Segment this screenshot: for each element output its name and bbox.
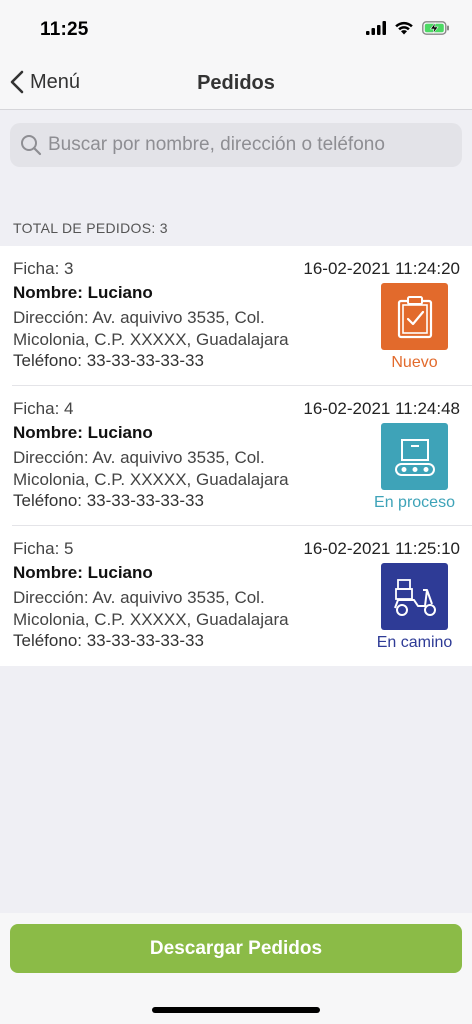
order-customer-name: Nombre: Luciano xyxy=(13,563,153,582)
clipboard-check-icon[interactable] xyxy=(381,283,448,350)
battery-charging-icon xyxy=(422,20,449,35)
order-datetime: 16-02-2021 11:24:20 xyxy=(303,259,460,278)
order-address: Dirección: Av. aquivivo 3535, Col. Micol… xyxy=(13,308,289,349)
status-icons xyxy=(366,20,450,35)
orders-list: Ficha: 3 16-02-2021 11:24:20 Nombre: Luc… xyxy=(0,246,472,666)
search-area xyxy=(0,111,472,211)
search-icon xyxy=(21,135,42,156)
order-ficha: Ficha: 3 xyxy=(13,259,74,278)
order-phone: Teléfono: 33-33-33-33-33 xyxy=(13,631,204,650)
order-datetime: 16-02-2021 11:25:10 xyxy=(303,539,460,558)
search-bar[interactable] xyxy=(10,123,462,167)
orders-total-header: TOTAL DE PEDIDOS: 3 xyxy=(13,220,168,236)
download-orders-button[interactable]: Descargar Pedidos xyxy=(10,924,462,973)
navigation-bar: Menú Pedidos xyxy=(0,56,472,110)
order-address: Dirección: Av. aquivivo 3535, Col. Micol… xyxy=(13,448,289,489)
footer: Descargar Pedidos xyxy=(0,913,472,1024)
status-bar: 11:25 xyxy=(0,0,472,56)
delivery-scooter-icon[interactable] xyxy=(381,563,448,630)
signal-icon xyxy=(366,20,386,35)
page-title: Pedidos xyxy=(197,72,275,94)
search-input[interactable] xyxy=(48,134,448,156)
order-status-label: Nuevo xyxy=(391,354,438,371)
order-status-label: En proceso xyxy=(374,494,455,511)
order-row[interactable]: Ficha: 4 16-02-2021 11:24:48 Nombre: Luc… xyxy=(12,386,472,526)
order-phone: Teléfono: 33-33-33-33-33 xyxy=(13,351,204,370)
order-ficha: Ficha: 5 xyxy=(13,539,74,558)
order-status-label: En camino xyxy=(376,634,453,651)
order-datetime: 16-02-2021 11:24:48 xyxy=(303,399,460,418)
order-customer-name: Nombre: Luciano xyxy=(13,283,153,302)
wifi-icon xyxy=(395,21,413,35)
order-row[interactable]: Ficha: 3 16-02-2021 11:24:20 Nombre: Luc… xyxy=(12,246,472,386)
order-customer-name: Nombre: Luciano xyxy=(13,423,153,442)
order-row[interactable]: Ficha: 5 16-02-2021 11:25:10 Nombre: Luc… xyxy=(12,526,472,666)
order-address: Dirección: Av. aquivivo 3535, Col. Micol… xyxy=(13,588,289,629)
status-time: 11:25 xyxy=(40,19,89,40)
conveyor-box-icon[interactable] xyxy=(381,423,448,490)
order-phone: Teléfono: 33-33-33-33-33 xyxy=(13,491,204,510)
order-ficha: Ficha: 4 xyxy=(13,399,74,418)
home-indicator xyxy=(152,1007,320,1013)
